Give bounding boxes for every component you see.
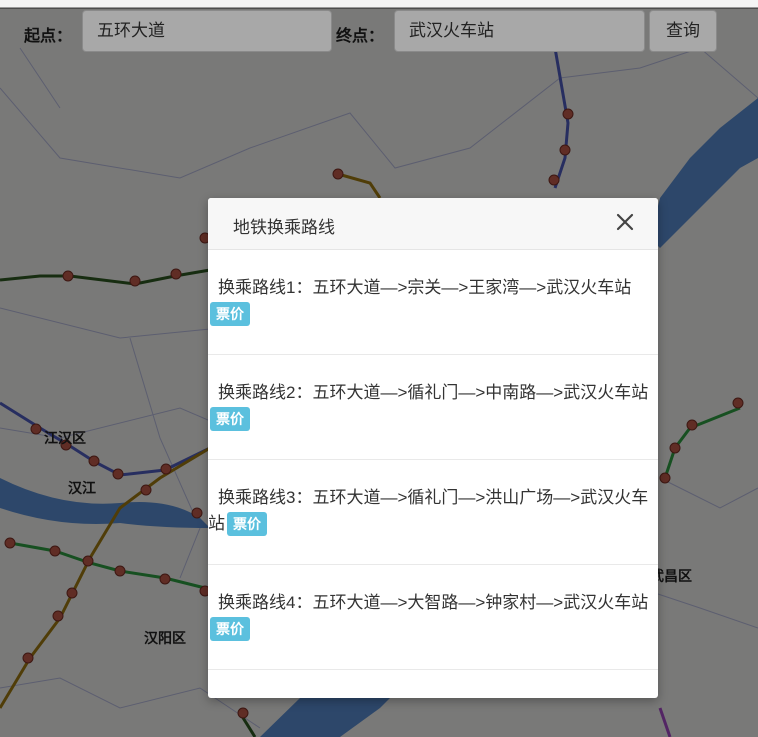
transfer-route-modal: 地铁换乘路线 换乘路线1：五环大道—>宗关—>王家湾—>武汉火车站票价 换乘路线…	[208, 198, 658, 698]
end-label: 终点：	[336, 28, 385, 45]
route-text: 换乘路线3：五环大道—>循礼门—>洪山广场—>武汉火车站	[208, 488, 649, 533]
modal-title: 地铁换乘路线	[233, 218, 335, 237]
start-label: 起点：	[24, 28, 73, 45]
modal-header: 地铁换乘路线	[208, 198, 658, 250]
route-item[interactable]: 换乘路线4：五环大道—>大智路—>钟家村—>武汉火车站票价	[208, 565, 658, 670]
route-text: 换乘路线1：五环大道—>宗关—>王家湾—>武汉火车站	[218, 278, 632, 297]
fare-button[interactable]: 票价	[210, 406, 250, 431]
close-icon[interactable]	[614, 211, 636, 233]
route-item[interactable]: 换乘路线2：五环大道—>循礼门—>中南路—>武汉火车站票价	[208, 355, 658, 460]
fare-button[interactable]: 票价	[210, 301, 250, 326]
route-item[interactable]: 换乘路线1：五环大道—>宗关—>王家湾—>武汉火车站票价	[208, 250, 658, 355]
query-button[interactable]: 查询	[649, 10, 717, 52]
route-text: 换乘路线4：五环大道—>大智路—>钟家村—>武汉火车站	[218, 593, 649, 612]
search-bar: 起点： 五环大道 终点： 武汉火车站 查询	[0, 10, 758, 54]
route-text: 换乘路线2：五环大道—>循礼门—>中南路—>武汉火车站	[218, 383, 649, 402]
start-input[interactable]: 五环大道	[82, 10, 332, 52]
route-item[interactable]: 换乘路线3：五环大道—>循礼门—>洪山广场—>武汉火车站 票价	[208, 460, 658, 565]
fare-button[interactable]: 票价	[227, 511, 267, 536]
fare-button[interactable]: 票价	[210, 616, 250, 641]
end-input[interactable]: 武汉火车站	[394, 10, 645, 52]
